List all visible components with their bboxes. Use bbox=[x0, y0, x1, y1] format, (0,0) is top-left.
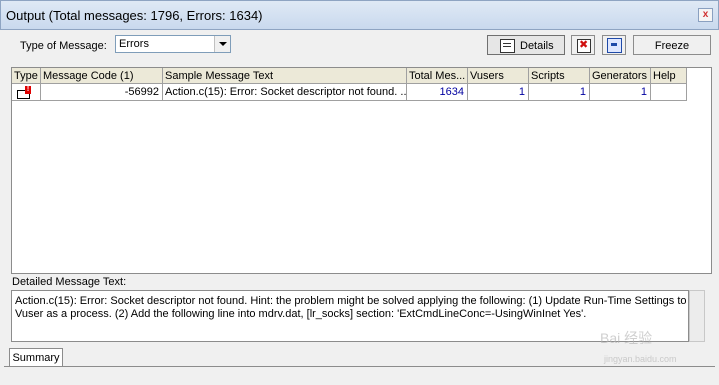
column-header-sample-text[interactable]: Sample Message Text bbox=[163, 68, 407, 84]
table-row-scripts-cell[interactable]: 1 bbox=[529, 84, 590, 101]
detail-line-1: Action.c(15): Error: Socket descriptor n… bbox=[15, 295, 689, 307]
column-header-vusers[interactable]: Vusers bbox=[468, 68, 529, 84]
column-header-scripts[interactable]: Scripts bbox=[529, 68, 590, 84]
tab-summary[interactable]: Summary bbox=[9, 348, 63, 366]
table-row-generators-cell[interactable]: 1 bbox=[590, 84, 651, 101]
watermark-logo: Bai 经验 bbox=[600, 330, 653, 346]
close-icon[interactable]: x bbox=[698, 8, 713, 22]
column-header-total-messages[interactable]: Total Mes... bbox=[407, 68, 468, 84]
message-type-dropdown[interactable]: Errors bbox=[115, 35, 231, 53]
message-type-value: Errors bbox=[119, 38, 149, 50]
error-message-icon: ! bbox=[17, 86, 31, 99]
export-icon bbox=[607, 38, 622, 53]
clear-messages-button[interactable] bbox=[571, 35, 595, 55]
watermark-url: jingyan.baidu.com bbox=[604, 354, 677, 364]
error-badge-icon: ! bbox=[25, 86, 31, 94]
clear-icon bbox=[577, 38, 591, 53]
column-header-type[interactable]: Type bbox=[12, 68, 41, 84]
type-of-message-label: Type of Message: bbox=[20, 40, 107, 52]
table-row-type-cell[interactable]: ! bbox=[12, 84, 41, 101]
freeze-label: Freeze bbox=[654, 40, 690, 52]
detail-line-2: Vuser as a process. (2) Add the followin… bbox=[15, 308, 587, 320]
detailed-message-label: Detailed Message Text: bbox=[12, 276, 127, 288]
details-button[interactable]: Details bbox=[487, 35, 565, 55]
detail-scrollbar[interactable] bbox=[689, 290, 705, 342]
table-row-total-cell[interactable]: 1634 bbox=[407, 84, 468, 101]
chevron-down-icon[interactable] bbox=[214, 36, 230, 52]
window-title: Output (Total messages: 1796, Errors: 16… bbox=[6, 8, 263, 23]
column-header-generators[interactable]: Generators bbox=[590, 68, 651, 84]
detailed-message-text[interactable]: Action.c(15): Error: Socket descriptor n… bbox=[11, 290, 689, 342]
details-label: Details bbox=[520, 40, 554, 52]
messages-table[interactable]: Type Message Code (1) Sample Message Tex… bbox=[11, 67, 712, 274]
column-header-message-code[interactable]: Message Code (1) bbox=[41, 68, 163, 84]
tab-strip: Summary bbox=[4, 346, 715, 382]
freeze-button[interactable]: Freeze bbox=[633, 35, 711, 55]
window-titlebar: Output (Total messages: 1796, Errors: 16… bbox=[0, 0, 719, 30]
export-button[interactable] bbox=[602, 35, 626, 55]
table-row-help-cell[interactable] bbox=[651, 84, 687, 101]
table-row-vusers-cell[interactable]: 1 bbox=[468, 84, 529, 101]
details-icon bbox=[500, 39, 515, 53]
table-row-code-cell[interactable]: -56992 bbox=[41, 84, 163, 101]
column-header-help[interactable]: Help bbox=[651, 68, 687, 84]
tab-divider bbox=[4, 366, 715, 367]
table-row-text-cell[interactable]: Action.c(15): Error: Socket descriptor n… bbox=[163, 84, 407, 101]
